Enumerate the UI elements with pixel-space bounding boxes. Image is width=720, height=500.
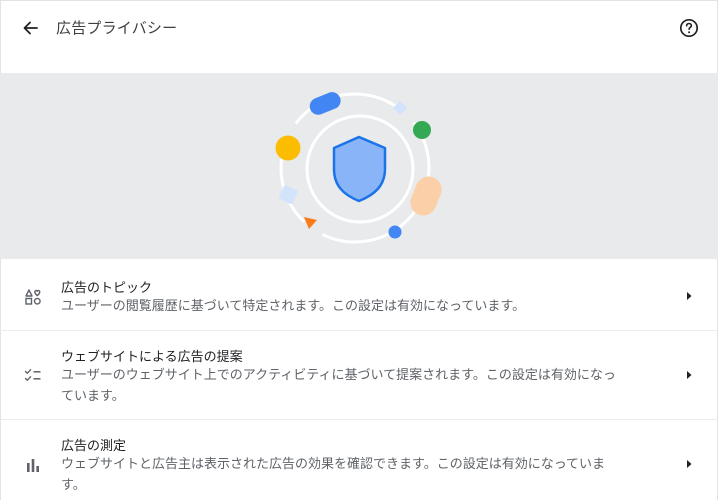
ad-topics-row[interactable]: 広告のトピック ユーザーの閲覧履歴に基づいて特定されます。この設定は有効になって… [0,260,718,330]
row-title: 広告の測定 [61,439,127,454]
yellow-dot-shape [275,135,301,161]
row-title: ウェブサイトによる広告の提案 [61,350,243,365]
shield-icon [332,135,387,203]
back-button[interactable] [17,15,43,41]
row-description-line-1: ウェブサイトと広告主は表示された広告の効果を確認できます。この設定は有効になって… [61,457,606,472]
arrow-back-icon [23,21,38,35]
small-square-shape [392,100,408,116]
ad-measurement-row[interactable]: 広告の測定 ウェブサイトと広告主は表示された広告の効果を確認できます。この設定は… [0,419,718,500]
chevron-right-icon [687,460,692,468]
orange-triangle-shape [304,217,317,229]
green-dot-shape [413,121,431,139]
chevron-right-icon [687,371,692,379]
blue-dot-shape [388,225,402,239]
privacy-illustration [275,92,442,244]
help-button[interactable] [676,15,702,41]
row-divider [0,419,718,420]
light-square-shape [278,185,298,204]
row-description-line-2: す。 [61,478,86,493]
chevron-right-icon [687,292,692,300]
bar-chart-icon [23,455,43,475]
page-title: 広告プライバシー [56,19,178,37]
row-description: ユーザーの閲覧履歴に基づいて特定されます。この設定は有効になっています。 [61,299,526,314]
row-divider [0,330,718,331]
help-circle-icon [679,18,699,38]
header: 広告プライバシー [0,0,720,58]
ad-topics-icon [23,287,43,307]
row-title: 広告のトピック [61,281,153,296]
row-description-line-1: ユーザーのウェブサイト上でのアクティビティに基づいて提案されます。この設定は有効… [61,368,616,383]
row-description-line-2: ています。 [61,389,125,404]
privacy-illustration-banner [0,73,718,259]
site-suggested-ads-row[interactable]: ウェブサイトによる広告の提案 ユーザーのウェブサイト上でのアクティビティに基づい… [0,330,718,419]
blue-pill-shape [309,92,341,115]
site-suggested-ads-icon [23,365,43,385]
